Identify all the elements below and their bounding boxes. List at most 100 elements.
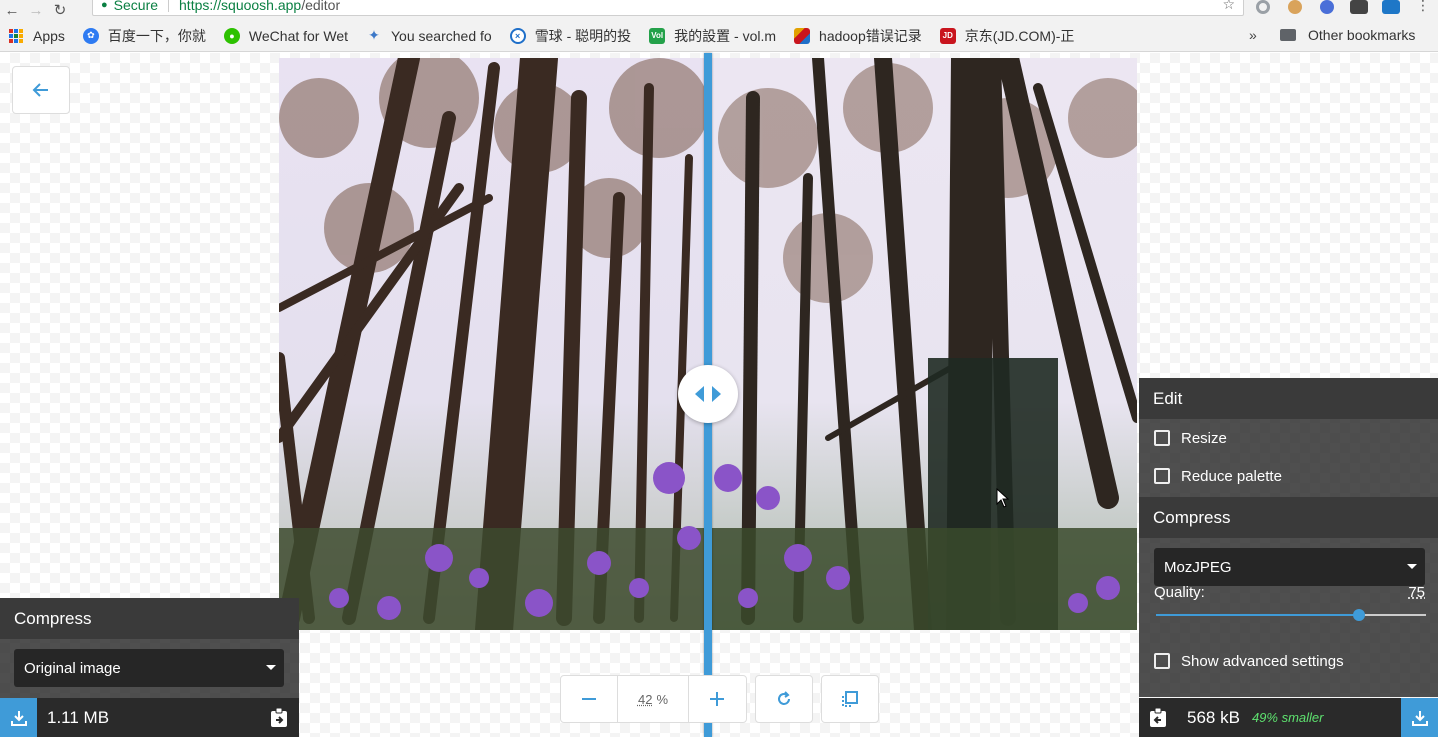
- zoom-in-button[interactable]: [689, 676, 745, 722]
- xueqiu-icon: ×: [509, 27, 526, 44]
- bookmark-baidu[interactable]: ✿ 百度一下，你就: [82, 26, 206, 46]
- right-file-size: 568 kB: [1187, 707, 1240, 727]
- extension-cookie-icon[interactable]: [1288, 0, 1302, 14]
- resize-label: Resize: [1181, 429, 1227, 447]
- resize-option[interactable]: Resize: [1139, 419, 1438, 457]
- bookmark-label: hadoop错误记录: [819, 27, 922, 44]
- quality-control: Quality: 75: [1139, 574, 1438, 654]
- back-arrow-icon[interactable]: ←: [0, 0, 24, 20]
- download-icon: [1411, 710, 1428, 726]
- extension-antenna-icon[interactable]: [1350, 0, 1368, 14]
- split-arrows-icon: [695, 386, 721, 402]
- extension-screen-icon[interactable]: [1382, 0, 1400, 14]
- left-compress-heading: Compress: [0, 598, 299, 639]
- copy-settings-icon: [271, 707, 287, 727]
- browser-toolbar: ← → ↻ ● Secure https://squoosh.app/edito…: [0, 0, 1438, 20]
- edit-heading: Edit: [1139, 378, 1438, 419]
- jd-icon: JD: [939, 27, 956, 44]
- advanced-settings-checkbox[interactable]: [1154, 653, 1170, 669]
- bookmarks-bar: Apps ✿ 百度一下，你就 ● WeChat for Wet ✦ You se…: [0, 20, 1438, 52]
- background-toggle-control: [821, 675, 879, 723]
- compress-section: MozJPEG Quality: 75 Show advanced settin…: [1139, 538, 1438, 697]
- search-star-icon: ✦: [368, 27, 380, 44]
- forest-photo-left: [279, 58, 708, 630]
- right-download-button[interactable]: [1401, 698, 1438, 737]
- back-arrow-icon: [32, 83, 48, 97]
- forward-arrow-icon[interactable]: →: [24, 0, 48, 20]
- rotate-control: [755, 675, 813, 723]
- quality-value[interactable]: 75: [1408, 584, 1425, 601]
- bookmark-label: 雪球 - 聪明的投: [534, 27, 632, 44]
- extension-shield-icon[interactable]: [1320, 0, 1334, 14]
- bookmark-wechat[interactable]: ● WeChat for Wet: [223, 27, 348, 44]
- bookmark-vol[interactable]: Vol 我的設置 - vol.m: [649, 26, 776, 46]
- reduce-palette-checkbox[interactable]: [1154, 468, 1170, 484]
- left-size-bar: 1.11 MB: [0, 698, 299, 737]
- zoom-controls: 42 %: [560, 675, 747, 723]
- bookmark-label: You searched fo: [391, 27, 492, 44]
- bookmark-star-icon[interactable]: ☆: [1222, 0, 1235, 13]
- background-toggle-button[interactable]: [822, 676, 878, 722]
- extension-circle-icon[interactable]: [1256, 0, 1270, 14]
- bookmark-hadoop[interactable]: hadoop错误记录: [794, 26, 922, 46]
- url-origin: https://squoosh.app: [179, 0, 302, 13]
- zoom-unit: %: [656, 691, 669, 707]
- left-codec-select[interactable]: Original image: [14, 649, 284, 687]
- wechat-icon: ●: [223, 27, 240, 44]
- squoosh-editor: Compress Original image 1.11 MB Edit Res…: [0, 53, 1438, 737]
- codec-value: MozJPEG: [1164, 558, 1232, 576]
- rotate-icon: [778, 691, 790, 705]
- right-options-panel: Edit Resize Reduce palette Compress MozJ…: [1139, 378, 1438, 737]
- hadoop-icon: [794, 27, 811, 44]
- quality-slider[interactable]: [1156, 609, 1426, 621]
- right-compress-heading: Compress: [1139, 497, 1438, 538]
- other-bookmarks-label: Other bookmarks: [1308, 27, 1416, 43]
- right-size-bar: 568 kB 49% smaller: [1139, 698, 1438, 737]
- quality-slider-fill: [1156, 614, 1359, 616]
- bookmark-search[interactable]: ✦ You searched fo: [366, 28, 492, 44]
- transparency-toggle-icon: [842, 691, 858, 707]
- zoom-out-button[interactable]: [561, 676, 617, 722]
- reduce-palette-label: Reduce palette: [1181, 467, 1282, 485]
- advanced-settings-label: Show advanced settings: [1181, 652, 1344, 670]
- bookmark-jd[interactable]: JD 京东(JD.COM)-正: [939, 26, 1075, 46]
- plus-icon: [710, 692, 724, 706]
- address-separator: [168, 0, 170, 12]
- left-panel-body: Original image: [0, 639, 299, 698]
- left-codec-value: Original image: [24, 659, 121, 677]
- bookmark-label: Apps: [33, 27, 65, 44]
- edit-section: Resize Reduce palette: [1139, 419, 1438, 497]
- reload-icon[interactable]: ↻: [48, 0, 72, 20]
- forest-photo-right: [708, 58, 1137, 630]
- quality-slider-thumb[interactable]: [1352, 609, 1365, 621]
- bookmarks-overflow-chevron[interactable]: »: [1249, 27, 1257, 43]
- baidu-paw-icon: ✿: [82, 27, 99, 44]
- folder-icon: [1280, 29, 1296, 41]
- rotate-button[interactable]: [756, 676, 812, 722]
- secure-label: Secure: [113, 0, 159, 13]
- right-copy-settings-button[interactable]: [1147, 707, 1169, 729]
- resize-checkbox[interactable]: [1154, 430, 1170, 446]
- address-bar[interactable]: ● Secure https://squoosh.app/editor ☆: [92, 0, 1244, 16]
- left-download-button[interactable]: [0, 698, 37, 737]
- apps-grid-icon: [9, 28, 23, 43]
- reduce-palette-option[interactable]: Reduce palette: [1139, 457, 1438, 495]
- bookmark-label: 百度一下，你就: [107, 27, 206, 44]
- chevron-down-icon: [1407, 564, 1417, 569]
- copy-settings-icon: [1150, 707, 1166, 727]
- other-bookmarks[interactable]: Other bookmarks: [1280, 27, 1415, 43]
- zoom-level[interactable]: 42 %: [617, 676, 689, 722]
- menu-dots-icon[interactable]: ⋮: [1416, 0, 1430, 14]
- back-button[interactable]: [12, 66, 70, 114]
- download-icon: [10, 710, 27, 726]
- bookmark-xueqiu[interactable]: × 雪球 - 聪明的投: [509, 26, 632, 46]
- url-path: /editor: [301, 0, 341, 13]
- minus-icon: [582, 698, 596, 700]
- bookmark-label: WeChat for Wet: [248, 27, 348, 44]
- bookmark-apps[interactable]: Apps: [9, 28, 65, 44]
- mouse-cursor-icon: [996, 488, 1010, 508]
- left-copy-settings-button[interactable]: [268, 707, 290, 729]
- savings-badge: 49% smaller: [1251, 710, 1324, 725]
- split-handle[interactable]: [678, 365, 738, 423]
- bookmark-label: 京东(JD.COM)-正: [964, 27, 1075, 44]
